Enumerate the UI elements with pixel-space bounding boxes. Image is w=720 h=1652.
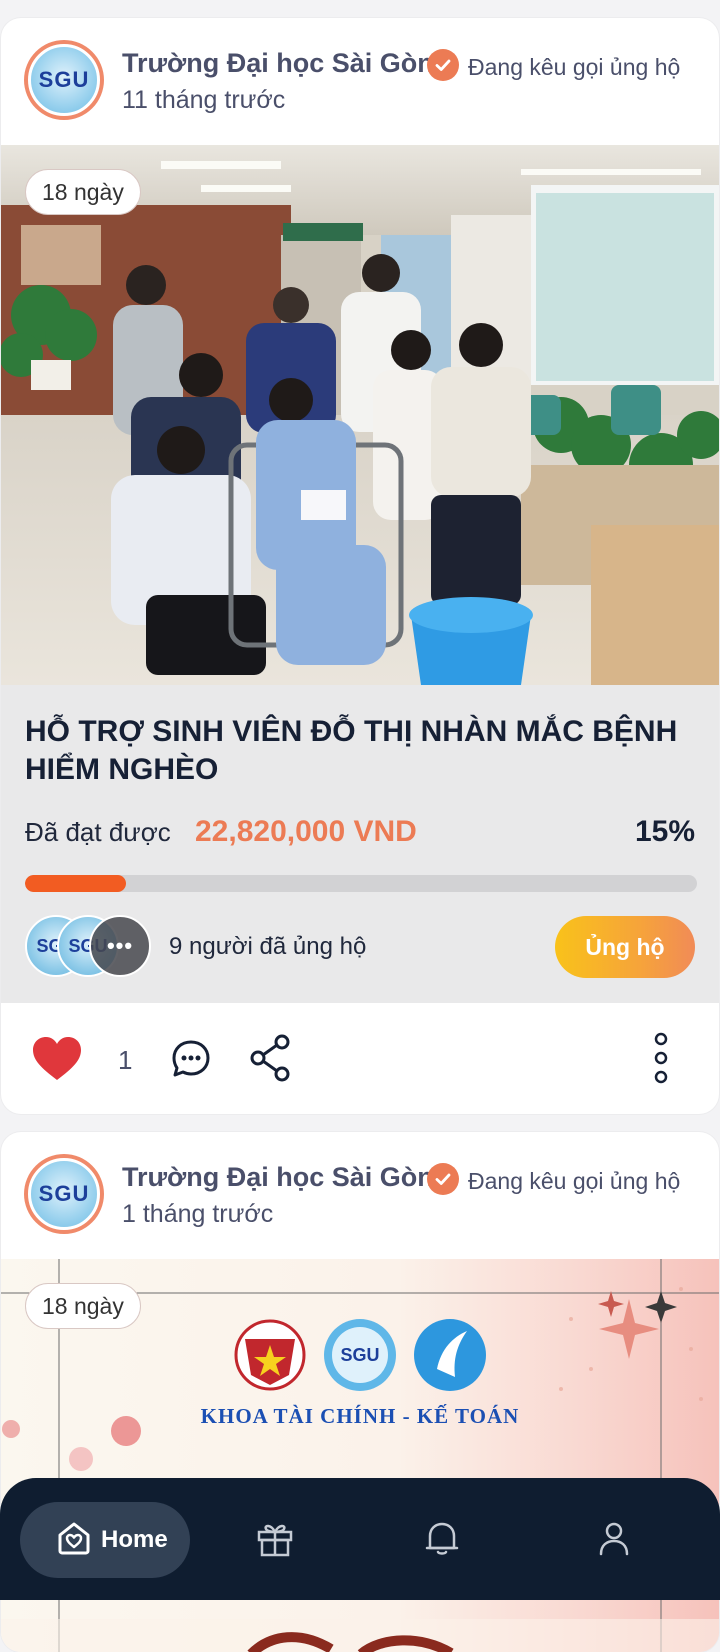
campaign-title[interactable]: HỖ TRỢ SINH VIÊN ĐỖ THỊ NHÀN MẮC BỆNH HI… [25, 713, 705, 789]
days-left-badge: 18 ngày [25, 169, 141, 215]
raised-amount: 22,820,000 VND [195, 815, 417, 848]
banner-school-logo-text: SGU [340, 1345, 380, 1365]
post-time: 11 tháng trước [122, 86, 286, 114]
gift-icon[interactable] [253, 1516, 297, 1560]
donate-button[interactable]: Ủng hộ [555, 916, 695, 978]
supporter-avatars[interactable]: SGU SGU ••• [25, 915, 165, 979]
nav-home-button[interactable]: Home [20, 1502, 190, 1578]
supporters-count[interactable]: 9 người đã ủng hộ [169, 933, 366, 961]
like-count: 1 [118, 1045, 133, 1075]
nav-home-label: Home [101, 1526, 168, 1553]
progress-fill [25, 875, 126, 892]
org-avatar[interactable]: SGU [24, 40, 104, 120]
org-name[interactable]: Trường Đại học Sài Gòn [122, 48, 434, 79]
bottom-nav: Home [0, 1478, 720, 1600]
share-icon[interactable] [247, 1033, 293, 1083]
more-supporters-icon: ••• [89, 915, 151, 977]
banner-caption: KHOA TÀI CHÍNH - KẾ TOÁN [200, 1404, 520, 1428]
progress-percent: 15% [634, 815, 695, 848]
home-icon [55, 1519, 93, 1562]
more-options-icon[interactable] [649, 1031, 673, 1085]
profile-icon[interactable] [592, 1516, 636, 1560]
org-avatar[interactable]: SGU [24, 1154, 104, 1234]
verified-check-icon [427, 49, 459, 81]
campaign-card[interactable]: SGU Trường Đại học Sài Gòn Đang kêu gọi … [1, 18, 719, 1114]
campaign-info: HỖ TRỢ SINH VIÊN ĐỖ THỊ NHÀN MẮC BỆNH HI… [1, 685, 719, 1003]
verified-check-icon [427, 1163, 459, 1195]
days-left-badge: 18 ngày [25, 1283, 141, 1329]
raised-label: Đã đạt được [25, 817, 171, 847]
avatar-logo-text: SGU [38, 67, 90, 92]
progress-bar [25, 875, 697, 892]
avatar-logo-text: SGU [38, 1181, 90, 1206]
campaign-status: Đang kêu gọi ủng hộ [468, 54, 681, 80]
post-time: 1 tháng trước [122, 1200, 274, 1228]
campaign-status: Đang kêu gọi ủng hộ [468, 1168, 681, 1194]
post-header: SGU Trường Đại học Sài Gòn Đang kêu gọi … [1, 18, 719, 145]
post-header: SGU Trường Đại học Sài Gòn Đang kêu gọi … [1, 1132, 719, 1259]
comment-icon[interactable] [169, 1037, 213, 1081]
campaign-photo[interactable]: 18 ngày [1, 145, 719, 685]
post-actions: 1 [1, 1003, 719, 1114]
bell-icon[interactable] [420, 1516, 464, 1560]
heart-icon[interactable] [29, 1033, 85, 1085]
hospital-photo-illustration [1, 145, 719, 685]
org-name[interactable]: Trường Đại học Sài Gòn [122, 1162, 434, 1193]
